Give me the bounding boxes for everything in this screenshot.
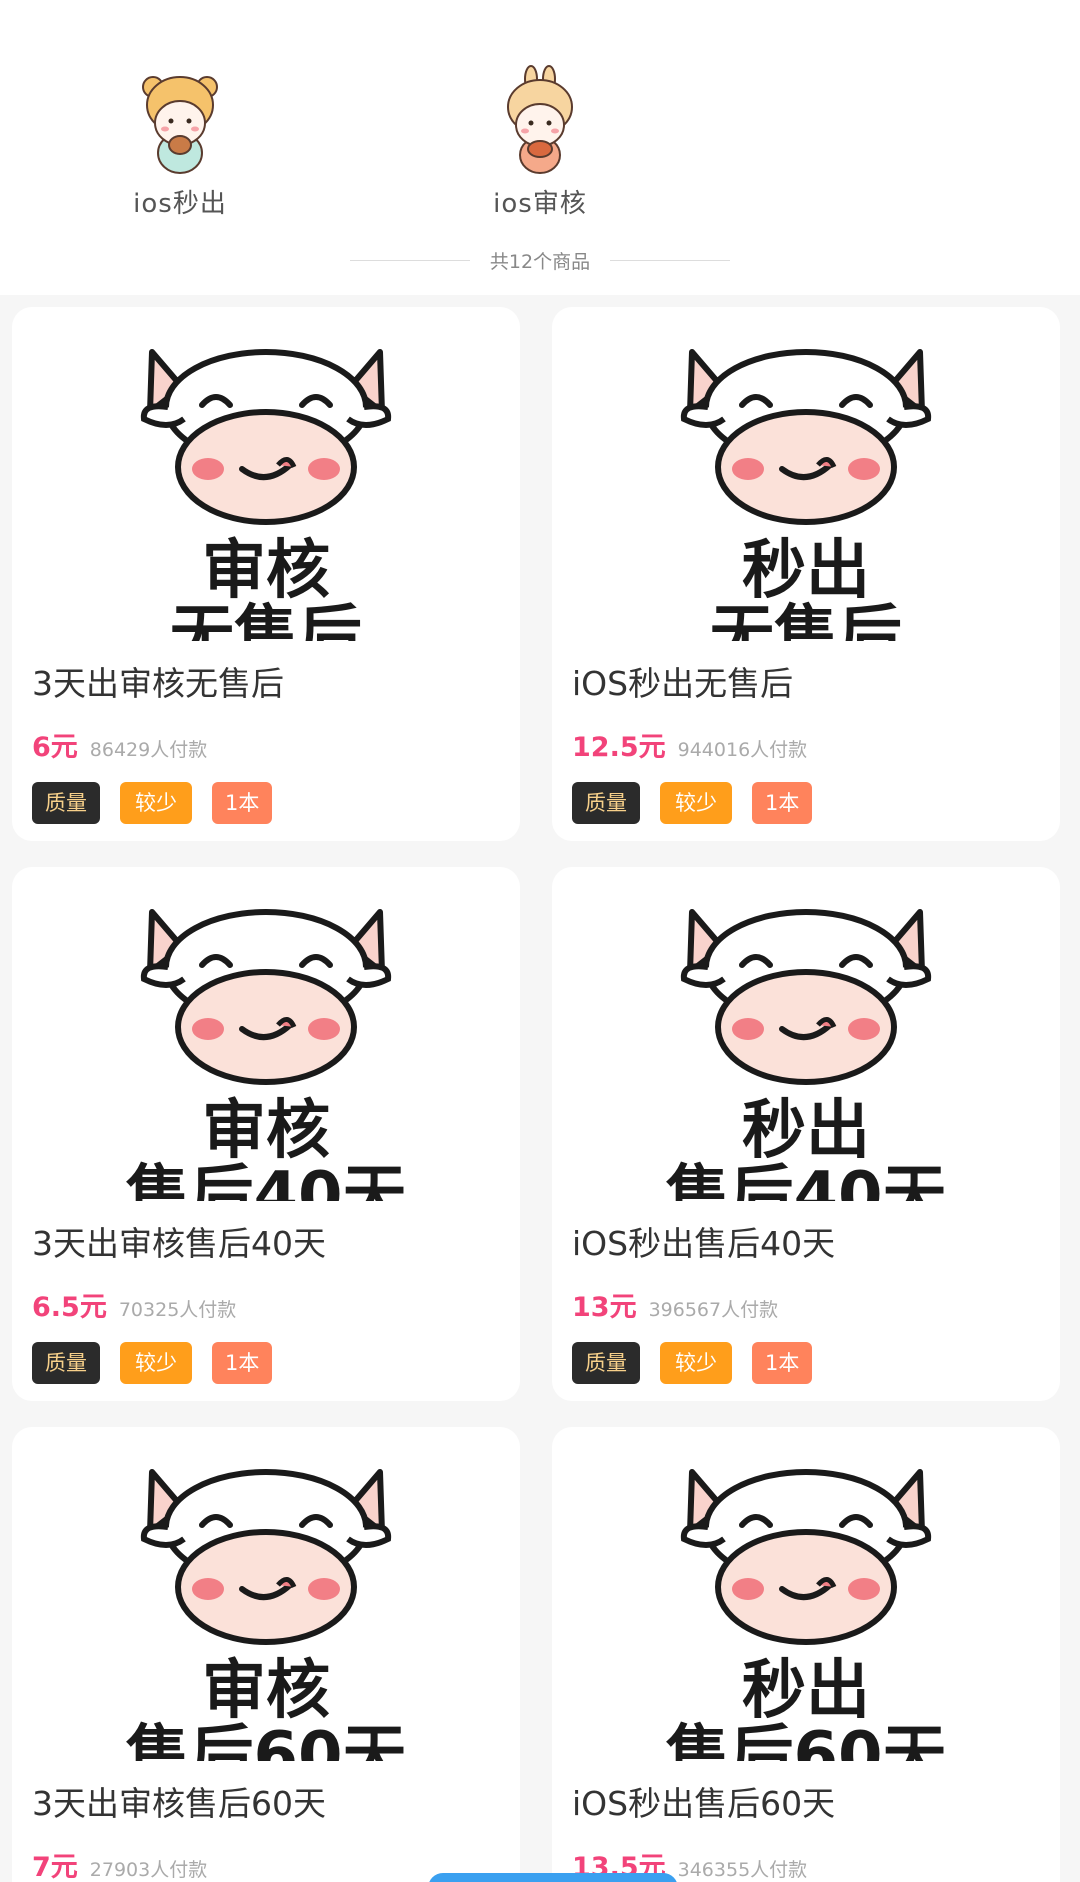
divider-left (349, 259, 470, 261)
floating-button[interactable] (428, 1873, 678, 1882)
paid-count: 27903人付款 (89, 1859, 208, 1881)
girl-bear-hat-avatar-icon (142, 76, 218, 174)
image-caption: 审核 (202, 534, 330, 608)
paid-count: 70325人付款 (118, 1299, 237, 1321)
product-card[interactable]: 审核 售后40天 3天出审核售后40天 6.5元 70325人付款 质量 较少 … (12, 867, 520, 1401)
product-image: 审核 售后60天 (32, 1447, 500, 1761)
tag-one: 1本 (752, 782, 813, 824)
product-image: 秒出 无售后 (572, 327, 1040, 641)
category-label: ios审核 (493, 189, 587, 219)
price-row: 6元 86429人付款 (32, 725, 207, 764)
product-count: 共12个商品 (489, 250, 591, 273)
divider-right (610, 259, 731, 261)
tag-quality: 质量 (32, 1342, 100, 1384)
image-caption: 秒出 (742, 1094, 870, 1168)
girl-bunny-hat-avatar-icon (507, 65, 573, 174)
category-ios-miao-chu[interactable]: ios秒出 (80, 65, 280, 220)
product-price: 13元 (572, 1292, 637, 1323)
tag-quality: 质量 (32, 782, 100, 824)
paid-count: 944016人付款 (677, 739, 808, 761)
product-title[interactable]: iOS秒出售后60天 (572, 1777, 835, 1825)
image-caption-2: 无售后 (710, 599, 902, 641)
tag-one: 1本 (752, 1342, 813, 1384)
tag-less: 较少 (660, 782, 732, 824)
price-row: 13元 396567人付款 (572, 1285, 778, 1324)
image-caption: 秒出 (742, 534, 870, 608)
product-card[interactable]: 审核 无售后 3天出审核无售后 6元 86429人付款 质量 较少 1本 (12, 307, 520, 841)
category-ios-shen-he[interactable]: ios审核 (440, 65, 640, 220)
product-image: 秒出 售后60天 (572, 1447, 1040, 1761)
tag-quality: 质量 (572, 1342, 640, 1384)
image-caption-2: 售后40天 (665, 1159, 946, 1201)
tag-one: 1本 (212, 782, 273, 824)
cow-mascot-icon: 秒出 售后60天 (665, 1469, 947, 1761)
top-bar (0, 0, 1080, 45)
cow-mascot-icon: 审核 售后60天 (125, 1469, 407, 1761)
cow-mascot-icon: 秒出 无售后 (680, 349, 932, 641)
image-caption: 审核 (202, 1654, 330, 1728)
tag-row: 质量 较少 1本 (572, 782, 832, 824)
product-image: 审核 售后40天 (32, 887, 500, 1201)
image-caption-2: 售后60天 (125, 1719, 406, 1761)
tag-row: 质量 较少 1本 (32, 782, 292, 824)
product-card[interactable]: 审核 售后60天 3天出审核售后60天 7元 27903人付款 质量 较少 1本 (12, 1427, 520, 1882)
product-price: 6.5元 (32, 1292, 107, 1323)
tag-less: 较少 (120, 782, 192, 824)
product-image: 秒出 售后40天 (572, 887, 1040, 1201)
cow-mascot-icon: 秒出 售后40天 (665, 909, 947, 1201)
product-card[interactable]: 秒出 售后40天 iOS秒出售后40天 13元 396567人付款 质量 较少 … (552, 867, 1060, 1401)
paid-count: 396567人付款 (648, 1299, 779, 1321)
product-price: 7元 (32, 1852, 78, 1882)
image-caption-2: 售后40天 (125, 1159, 406, 1201)
tag-one: 1本 (212, 1342, 273, 1384)
category-label: ios秒出 (133, 189, 227, 219)
paid-count: 346355人付款 (677, 1859, 808, 1881)
product-count-divider: 共12个商品 (0, 245, 1080, 275)
product-price: 6元 (32, 732, 78, 763)
paid-count: 86429人付款 (89, 739, 208, 761)
product-image: 审核 无售后 (32, 327, 500, 641)
price-row: 7元 27903人付款 (32, 1845, 207, 1882)
tag-row: 质量 较少 1本 (32, 1342, 292, 1384)
product-title[interactable]: iOS秒出无售后 (572, 657, 793, 705)
image-caption: 秒出 (742, 1654, 870, 1728)
price-row: 6.5元 70325人付款 (32, 1285, 236, 1324)
tag-quality: 质量 (572, 782, 640, 824)
tag-less: 较少 (660, 1342, 732, 1384)
tag-less: 较少 (120, 1342, 192, 1384)
product-title[interactable]: 3天出审核售后40天 (32, 1217, 326, 1265)
product-title[interactable]: 3天出审核售后60天 (32, 1777, 326, 1825)
cow-mascot-icon: 审核 售后40天 (125, 909, 407, 1201)
image-caption: 审核 (202, 1094, 330, 1168)
product-card[interactable]: 秒出 无售后 iOS秒出无售后 12.5元 944016人付款 质量 较少 1本 (552, 307, 1060, 841)
product-price: 12.5元 (572, 732, 666, 763)
image-caption-2: 无售后 (170, 599, 362, 641)
product-title[interactable]: 3天出审核无售后 (32, 657, 284, 705)
tag-row: 质量 较少 1本 (572, 1342, 832, 1384)
price-row: 12.5元 944016人付款 (572, 725, 807, 764)
product-card[interactable]: 秒出 售后60天 iOS秒出售后60天 13.5元 346355人付款 质量 较… (552, 1427, 1060, 1882)
cow-mascot-icon: 审核 无售后 (140, 349, 392, 641)
image-caption-2: 售后60天 (665, 1719, 946, 1761)
category-header: ios秒出 ios审核 共12个商品 (0, 45, 1080, 295)
product-title[interactable]: iOS秒出售后40天 (572, 1217, 835, 1265)
